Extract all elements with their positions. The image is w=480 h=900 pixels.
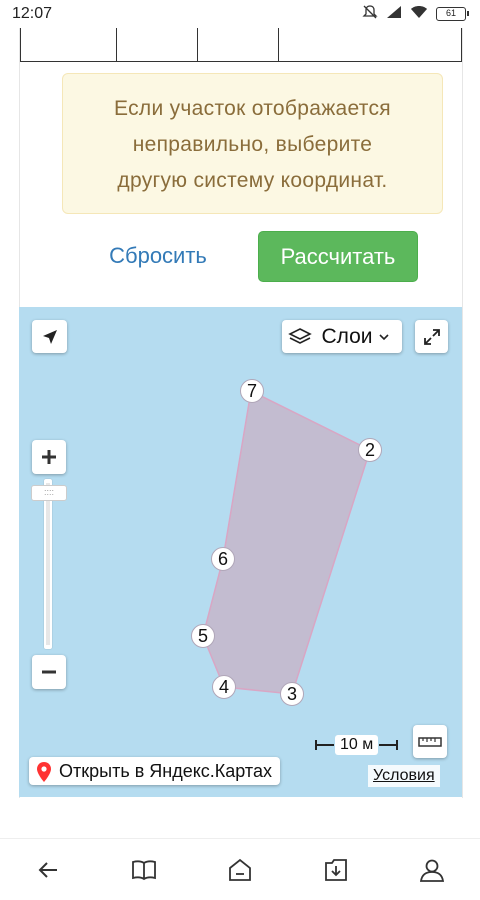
signal-icon bbox=[386, 5, 402, 24]
locate-button[interactable] bbox=[32, 320, 67, 353]
minus-icon bbox=[42, 670, 56, 674]
vertex-marker[interactable]: 7 bbox=[240, 379, 264, 403]
ruler-button[interactable] bbox=[413, 725, 447, 758]
downloads-button[interactable] bbox=[319, 853, 353, 887]
coordinate-system-alert: Если участок отображается неправильно, в… bbox=[62, 73, 443, 214]
table-column-divider bbox=[278, 28, 279, 62]
back-icon bbox=[38, 862, 57, 878]
reading-mode-button[interactable] bbox=[127, 853, 161, 887]
vertex-marker[interactable]: 4 bbox=[212, 675, 236, 699]
table-column-divider bbox=[116, 28, 117, 62]
expand-icon bbox=[423, 328, 440, 345]
home-icon bbox=[229, 858, 251, 881]
zoom-slider-track[interactable] bbox=[44, 479, 52, 649]
mute-icon bbox=[362, 4, 378, 25]
open-in-yandex-maps-button[interactable]: Открыть в Яндекс.Картах bbox=[29, 757, 280, 785]
profile-icon bbox=[419, 859, 445, 882]
layers-icon bbox=[288, 327, 313, 344]
parcel-polygon-layer bbox=[202, 389, 371, 695]
zoom-out-button[interactable] bbox=[32, 655, 66, 689]
ruler-icon bbox=[418, 736, 442, 747]
alert-line: другую систему координат. bbox=[117, 169, 388, 192]
layers-button[interactable]: Слои bbox=[282, 320, 402, 353]
home-button[interactable] bbox=[223, 853, 257, 887]
vertex-marker[interactable]: 2 bbox=[358, 438, 382, 462]
navigation-arrow-icon bbox=[42, 329, 57, 344]
map-pin-icon bbox=[37, 762, 51, 782]
layers-label: Слои bbox=[321, 324, 373, 348]
status-bar: 12:07 61 bbox=[0, 0, 480, 28]
vertex-marker[interactable]: 5 bbox=[191, 624, 215, 648]
table-column-divider bbox=[197, 28, 198, 62]
calculate-button[interactable]: Рассчитать bbox=[258, 231, 418, 282]
status-icons: 61 bbox=[362, 4, 469, 25]
status-time: 12:07 bbox=[12, 5, 53, 22]
reset-button[interactable]: Сбросить bbox=[90, 232, 226, 280]
zoom-in-button[interactable] bbox=[32, 440, 66, 474]
vertex-marker[interactable]: 6 bbox=[211, 547, 235, 571]
back-button[interactable] bbox=[31, 853, 65, 887]
profile-button[interactable] bbox=[415, 853, 449, 887]
book-icon bbox=[132, 860, 156, 881]
terms-link[interactable]: Условия bbox=[368, 765, 440, 787]
coordinates-table-fragment bbox=[20, 28, 462, 62]
alert-line: неправильно, выберите bbox=[132, 133, 373, 156]
bottom-navigation bbox=[0, 838, 480, 900]
page-border-right bbox=[462, 28, 463, 798]
open-in-yandex-maps-label: Открыть в Яндекс.Картах bbox=[59, 761, 272, 781]
map-widget[interactable]: Слои :::: 7 2 6 5 4 3 10 м Открыть в Янд… bbox=[19, 307, 462, 797]
chevron-down-icon bbox=[378, 333, 389, 340]
battery-icon: 61 bbox=[436, 7, 469, 21]
plus-icon bbox=[42, 450, 56, 464]
scale-label: 10 м bbox=[335, 735, 379, 755]
parcel-polygon bbox=[202, 389, 371, 695]
fullscreen-button[interactable] bbox=[415, 320, 448, 353]
alert-line: Если участок отображается bbox=[114, 97, 391, 120]
scale-bar: 10 м bbox=[315, 733, 399, 757]
zoom-slider-handle[interactable]: :::: bbox=[31, 485, 67, 501]
download-icon bbox=[325, 859, 347, 881]
vertex-marker[interactable]: 3 bbox=[280, 682, 304, 706]
wifi-icon bbox=[410, 5, 428, 24]
